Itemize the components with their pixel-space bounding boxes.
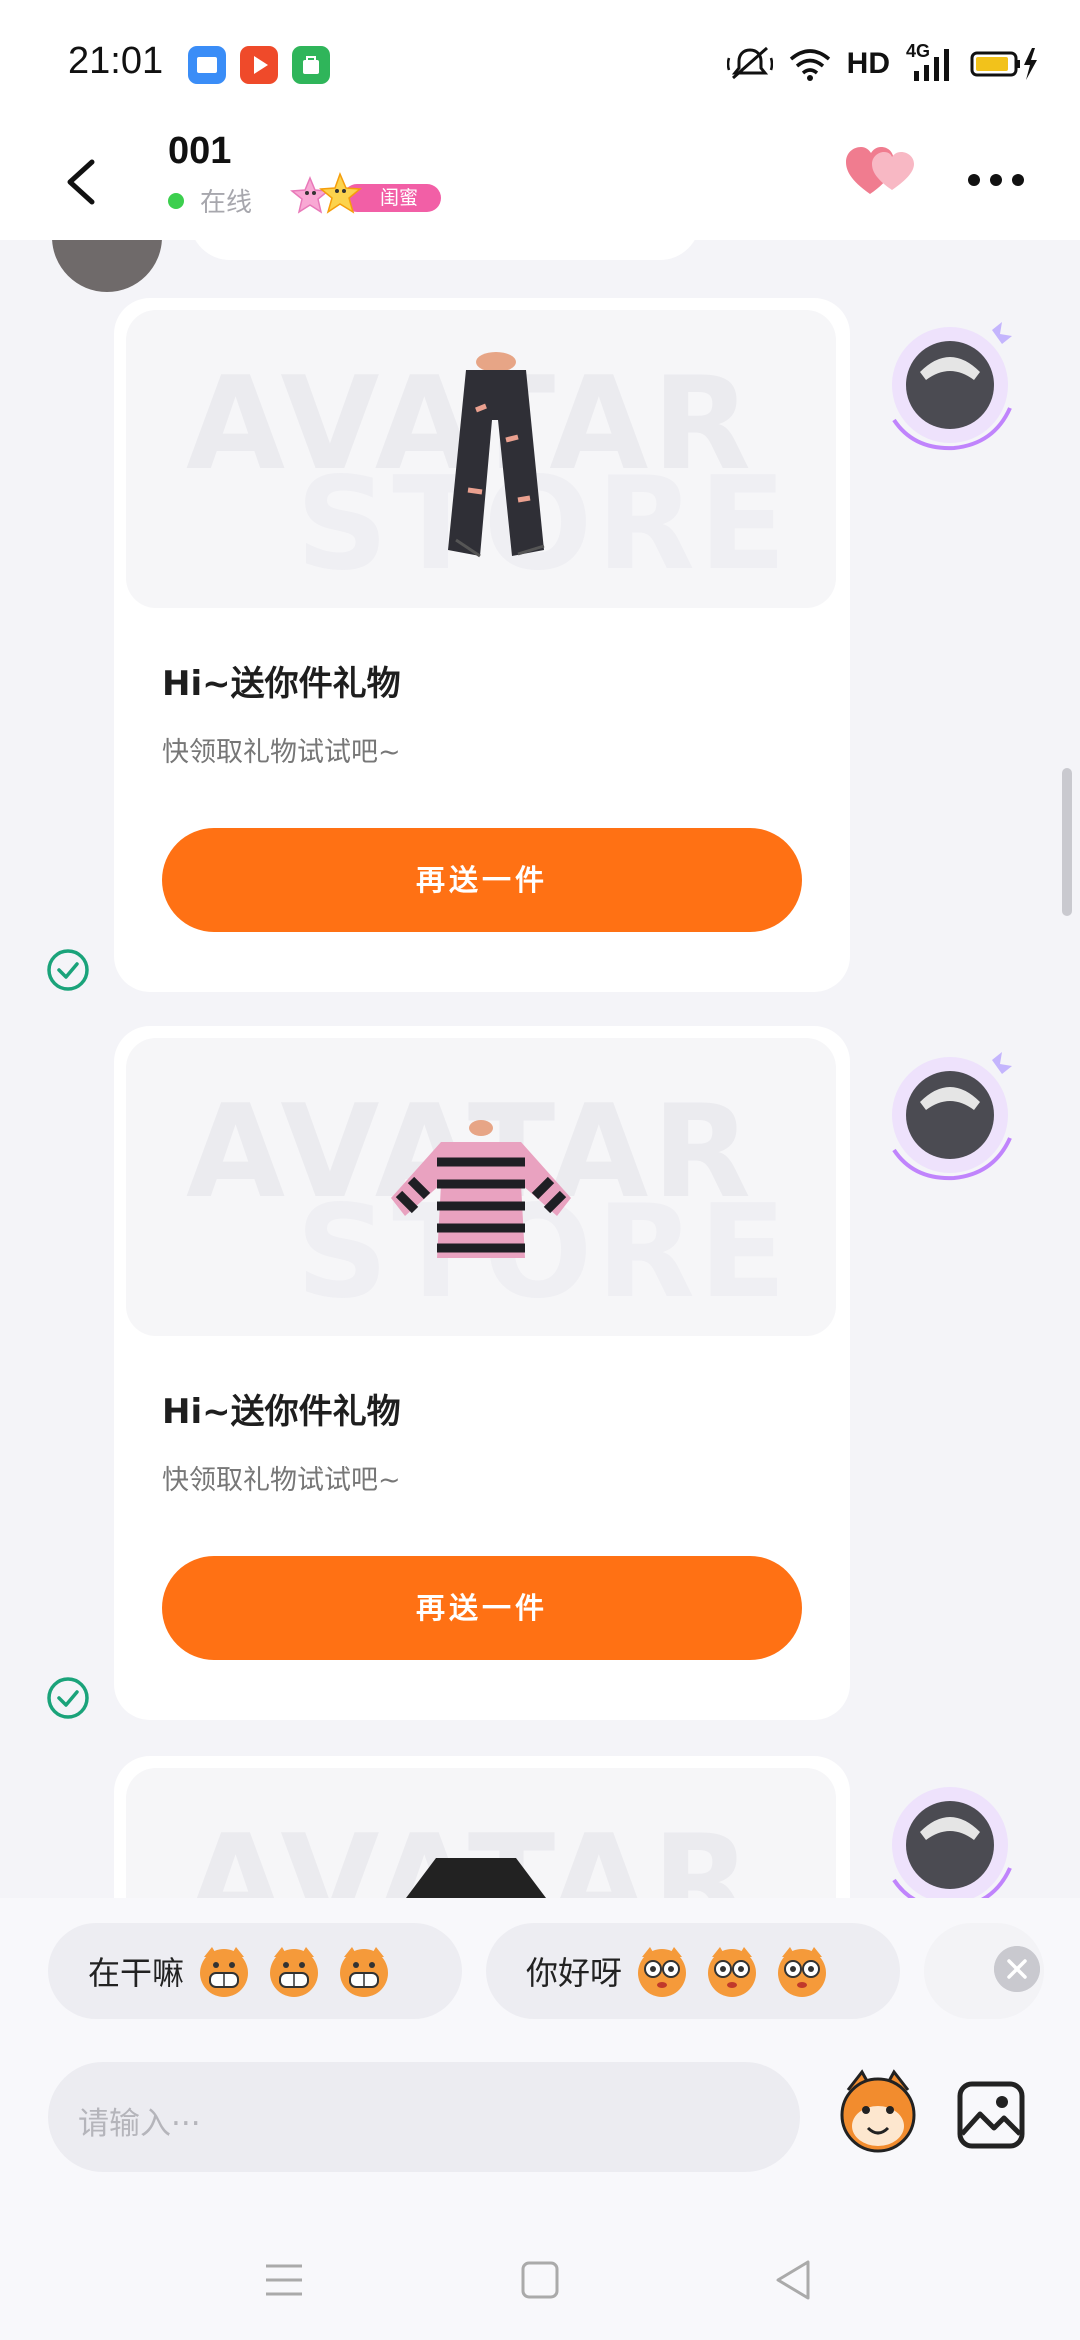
menu-nav-icon[interactable] bbox=[262, 2258, 306, 2302]
wifi-icon bbox=[789, 49, 830, 81]
avatar-frame-icon[interactable] bbox=[880, 1040, 1030, 1190]
back-nav-icon[interactable] bbox=[772, 2258, 816, 2302]
battery-icon bbox=[970, 48, 1037, 80]
online-status-dot bbox=[168, 193, 184, 209]
wide-eyed-emoji-icon bbox=[638, 1947, 687, 1997]
avatar-frame-icon[interactable] bbox=[880, 310, 1030, 460]
avatar[interactable] bbox=[52, 240, 162, 292]
quick-reply-text: 你好呀 bbox=[526, 1954, 623, 1992]
jeans-item-icon bbox=[448, 352, 545, 558]
message-bubble bbox=[190, 240, 700, 260]
gift-image: AVATAR bbox=[126, 1768, 836, 1898]
striped-sweater-item-icon bbox=[391, 1120, 571, 1258]
emoji-sticker-icon[interactable] bbox=[828, 2060, 928, 2160]
system-nav-bar bbox=[0, 2198, 1080, 2340]
chat-header: 001 在线 闺蜜 bbox=[0, 130, 1080, 240]
image-picker-icon[interactable] bbox=[956, 2080, 1026, 2150]
mute-notification-icon bbox=[726, 46, 773, 80]
files-app-icon bbox=[188, 46, 226, 84]
read-check-icon bbox=[47, 1677, 89, 1719]
read-check-icon bbox=[47, 949, 89, 991]
close-quick-replies-icon[interactable] bbox=[994, 1946, 1040, 1992]
gift-card[interactable]: AVATAR STORE Hi~送你件礼物 快领取礼物试试吧~ bbox=[114, 1026, 850, 1720]
message-input-placeholder: 请输入··· bbox=[78, 2106, 201, 2142]
send-again-button[interactable]: 再送一件 bbox=[162, 828, 802, 932]
quick-reply-text: 在干嘛 bbox=[88, 1954, 185, 1992]
quick-reply-pill[interactable]: 你好呀 bbox=[486, 1923, 900, 2019]
status-time: 21:01 bbox=[68, 40, 164, 82]
grin-emoji-icon bbox=[200, 1947, 249, 1997]
video-app-icon bbox=[240, 46, 278, 84]
gift-card[interactable]: AVATAR bbox=[114, 1756, 850, 1898]
chat-title[interactable]: 001 bbox=[168, 130, 231, 173]
status-bar: 21:01 HD 4G bbox=[0, 0, 1080, 130]
more-options-icon[interactable] bbox=[968, 170, 1028, 190]
gift-subtitle: 快领取礼物试试吧~ bbox=[162, 1465, 401, 1496]
gift-title: Hi~送你件礼物 bbox=[162, 1392, 401, 1432]
message-input[interactable]: 请输入··· bbox=[48, 2062, 800, 2172]
home-nav-icon[interactable] bbox=[518, 2258, 562, 2302]
relationship-badge-label: 闺蜜 bbox=[379, 187, 418, 209]
online-status-text: 在线 bbox=[200, 188, 253, 218]
hd-label: HD bbox=[846, 47, 890, 80]
gift-title: Hi~送你件礼物 bbox=[162, 664, 401, 704]
gift-image: AVATAR STORE bbox=[126, 310, 836, 608]
quick-reply-bar: 在干嘛 你好呀 bbox=[0, 1898, 1080, 2038]
wide-eyed-emoji-icon bbox=[778, 1947, 827, 1997]
scrollbar[interactable] bbox=[1062, 768, 1072, 916]
shop-app-icon bbox=[292, 46, 330, 84]
gift-card[interactable]: AVATAR STORE Hi~送你件礼物 快领取礼物试试吧~ 再送一件 bbox=[114, 298, 850, 992]
dark-top-item-icon bbox=[406, 1858, 546, 1898]
signal-icon: 4G bbox=[906, 41, 954, 83]
avatar-frame-icon[interactable] bbox=[880, 1770, 1030, 1898]
gift-image: AVATAR STORE bbox=[126, 1038, 836, 1336]
grin-emoji-icon bbox=[340, 1947, 389, 1997]
send-again-button[interactable]: 再送一件 bbox=[162, 1556, 802, 1660]
message-list[interactable]: AVATAR STORE Hi~送你件礼物 快领取礼物试试吧~ 再送一件 AVA… bbox=[0, 240, 1080, 1898]
wide-eyed-emoji-icon bbox=[708, 1947, 757, 1997]
relationship-badge[interactable]: 闺蜜 bbox=[288, 170, 444, 222]
grin-emoji-icon bbox=[270, 1947, 319, 1997]
gift-subtitle: 快领取礼物试试吧~ bbox=[162, 737, 401, 768]
intimacy-hearts-icon[interactable] bbox=[844, 140, 920, 202]
input-bar: 请输入··· bbox=[0, 2038, 1080, 2198]
back-arrow-icon[interactable] bbox=[58, 142, 108, 222]
quick-reply-pill[interactable]: 在干嘛 bbox=[48, 1923, 462, 2019]
